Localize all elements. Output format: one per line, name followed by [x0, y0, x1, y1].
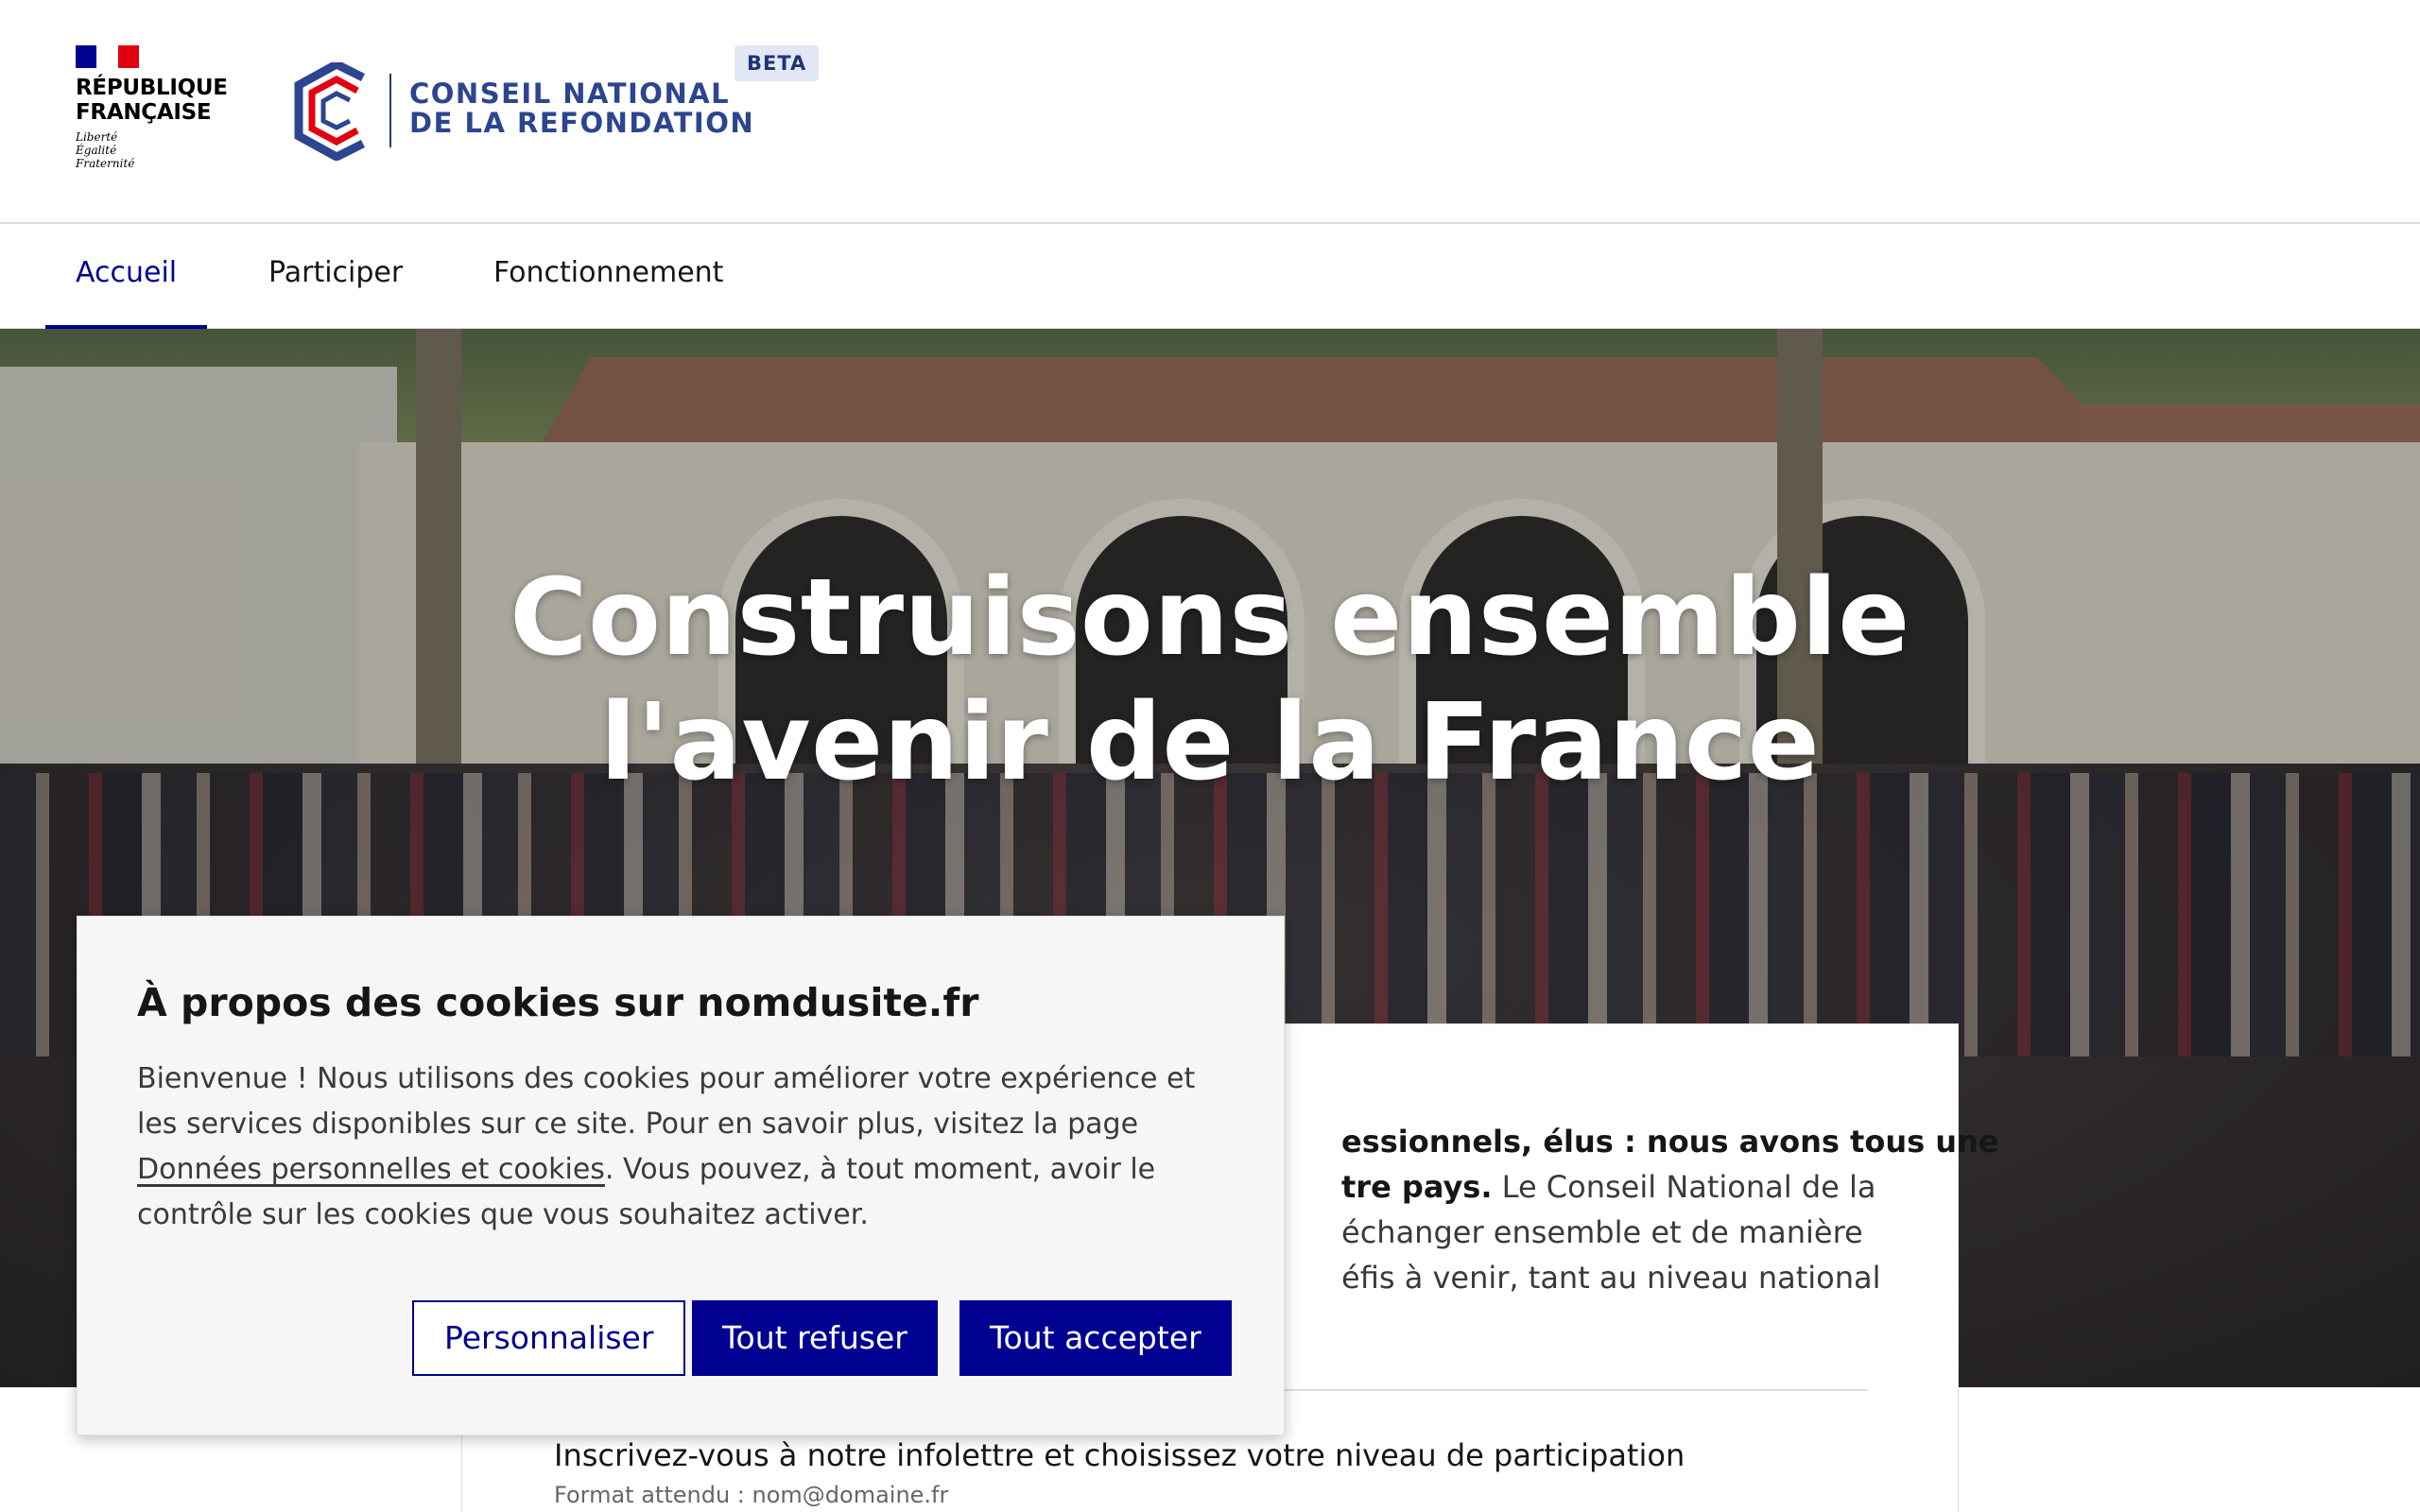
- main-navigation: Accueil Participer Fonctionnement: [0, 224, 2420, 329]
- newsletter-label: Inscrivez-vous à notre infolettre et cho…: [554, 1437, 1685, 1473]
- republique-francaise-logo[interactable]: RÉPUBLIQUE FRANÇAISE Liberté Égalité Fra…: [76, 45, 228, 178]
- hero-title-line: Construisons ensemble: [510, 557, 1910, 679]
- nav-item-accueil[interactable]: Accueil: [45, 224, 208, 329]
- cookie-consent-modal: À propos des cookies sur nomdusite.fr Bi…: [77, 916, 1285, 1435]
- cookie-modal-body: Bienvenue ! Nous utilisons des cookies p…: [137, 1057, 1196, 1238]
- nav-item-participer[interactable]: Participer: [238, 224, 433, 329]
- motto-line: Liberté: [76, 130, 118, 144]
- nav-item-fonctionnement[interactable]: Fonctionnement: [463, 224, 753, 329]
- intro-bold-text: tre pays.: [1341, 1169, 1493, 1205]
- intro-text: Le Conseil National de la: [1492, 1169, 1876, 1205]
- republic-motto: Liberté Égalité Fraternité: [76, 130, 227, 170]
- marianne-flag-icon: [76, 45, 139, 68]
- privacy-cookies-link[interactable]: Données personnelles et cookies: [137, 1153, 605, 1186]
- refuse-all-cookies-button[interactable]: Tout refuser: [692, 1300, 938, 1376]
- customize-cookies-button[interactable]: Personnaliser: [412, 1300, 686, 1376]
- motto-line: Fraternité: [76, 157, 135, 170]
- accept-all-cookies-button[interactable]: Tout accepter: [959, 1300, 1232, 1376]
- rf-title-line: RÉPUBLIQUE: [76, 76, 228, 100]
- motto-line: Égalité: [76, 144, 117, 157]
- newsletter-format-hint: Format attendu : nom@domaine.fr: [554, 1482, 949, 1508]
- site-header: RÉPUBLIQUE FRANÇAISE Liberté Égalité Fra…: [0, 0, 2420, 224]
- intro-bold-text: essionnels, élus : nous avons tous une: [1341, 1124, 1999, 1160]
- site-name[interactable]: CONSEIL NATIONAL DE LA REFONDATION: [409, 79, 754, 138]
- logo-separator: [389, 74, 391, 147]
- cnr-hexagon-logo-icon[interactable]: [291, 62, 382, 161]
- beta-badge: BETA: [735, 45, 820, 81]
- site-name-line: CONSEIL NATIONAL: [409, 77, 731, 110]
- site-name-line: DE LA REFONDATION: [409, 107, 755, 139]
- hero-title: Construisons ensemble l'avenir de la Fra…: [454, 556, 1966, 805]
- cookie-body-text: Bienvenue ! Nous utilisons des cookies p…: [137, 1062, 1196, 1141]
- hero-title-line: l'avenir de la France: [599, 681, 1821, 804]
- republique-francaise-title: RÉPUBLIQUE FRANÇAISE: [76, 76, 228, 125]
- cookie-modal-title: À propos des cookies sur nomdusite.fr: [137, 980, 979, 1025]
- rf-title-line: FRANÇAISE: [76, 100, 212, 125]
